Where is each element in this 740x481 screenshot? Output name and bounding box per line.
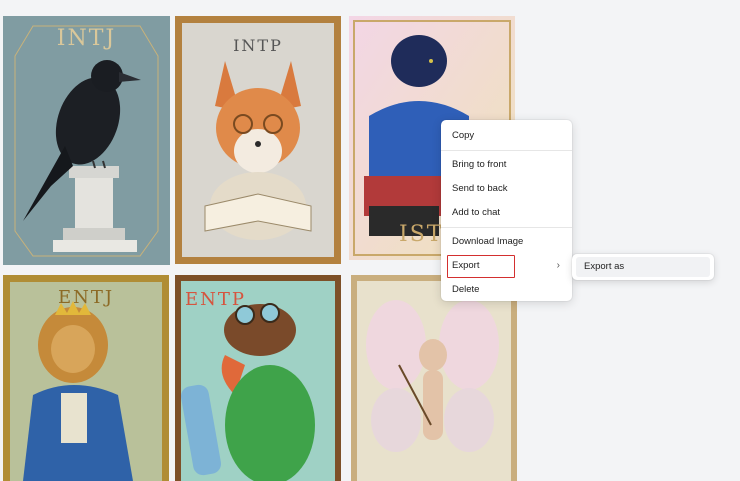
image-card-intj[interactable]: INTJ bbox=[3, 16, 170, 265]
context-menu: Copy Bring to front Send to back Add to … bbox=[441, 120, 572, 301]
menu-item-export[interactable]: Export › bbox=[441, 254, 572, 278]
menu-divider bbox=[441, 150, 572, 151]
image-canvas[interactable]: INTJ INTP IST ENTJ ENTP bbox=[0, 0, 740, 481]
menu-item-delete[interactable]: Delete bbox=[441, 278, 572, 302]
fairy-illustration bbox=[351, 275, 517, 481]
card-title: ENTJ bbox=[57, 287, 115, 308]
menu-divider bbox=[441, 227, 572, 228]
raven-illustration bbox=[3, 16, 170, 265]
menu-item-download-image[interactable]: Download Image bbox=[441, 230, 572, 254]
image-card-entp[interactable]: ENTP bbox=[175, 275, 341, 481]
export-submenu: Export as bbox=[572, 254, 714, 280]
card-title: INTJ bbox=[56, 26, 117, 51]
card-title: ENTP bbox=[185, 289, 247, 310]
chevron-right-icon: › bbox=[556, 260, 560, 271]
menu-item-copy[interactable]: Copy bbox=[441, 124, 572, 148]
menu-item-bring-to-front[interactable]: Bring to front bbox=[441, 153, 572, 177]
card-title: INTP bbox=[233, 36, 283, 55]
image-card-entj[interactable]: ENTJ bbox=[3, 275, 169, 481]
image-card-intp[interactable]: INTP bbox=[175, 16, 341, 264]
image-card-isfp[interactable] bbox=[351, 275, 517, 481]
submenu-item-export-as[interactable]: Export as bbox=[576, 257, 710, 277]
menu-item-send-to-back[interactable]: Send to back bbox=[441, 177, 572, 201]
menu-item-export-label: Export bbox=[452, 260, 480, 271]
menu-item-add-to-chat[interactable]: Add to chat bbox=[441, 201, 572, 225]
